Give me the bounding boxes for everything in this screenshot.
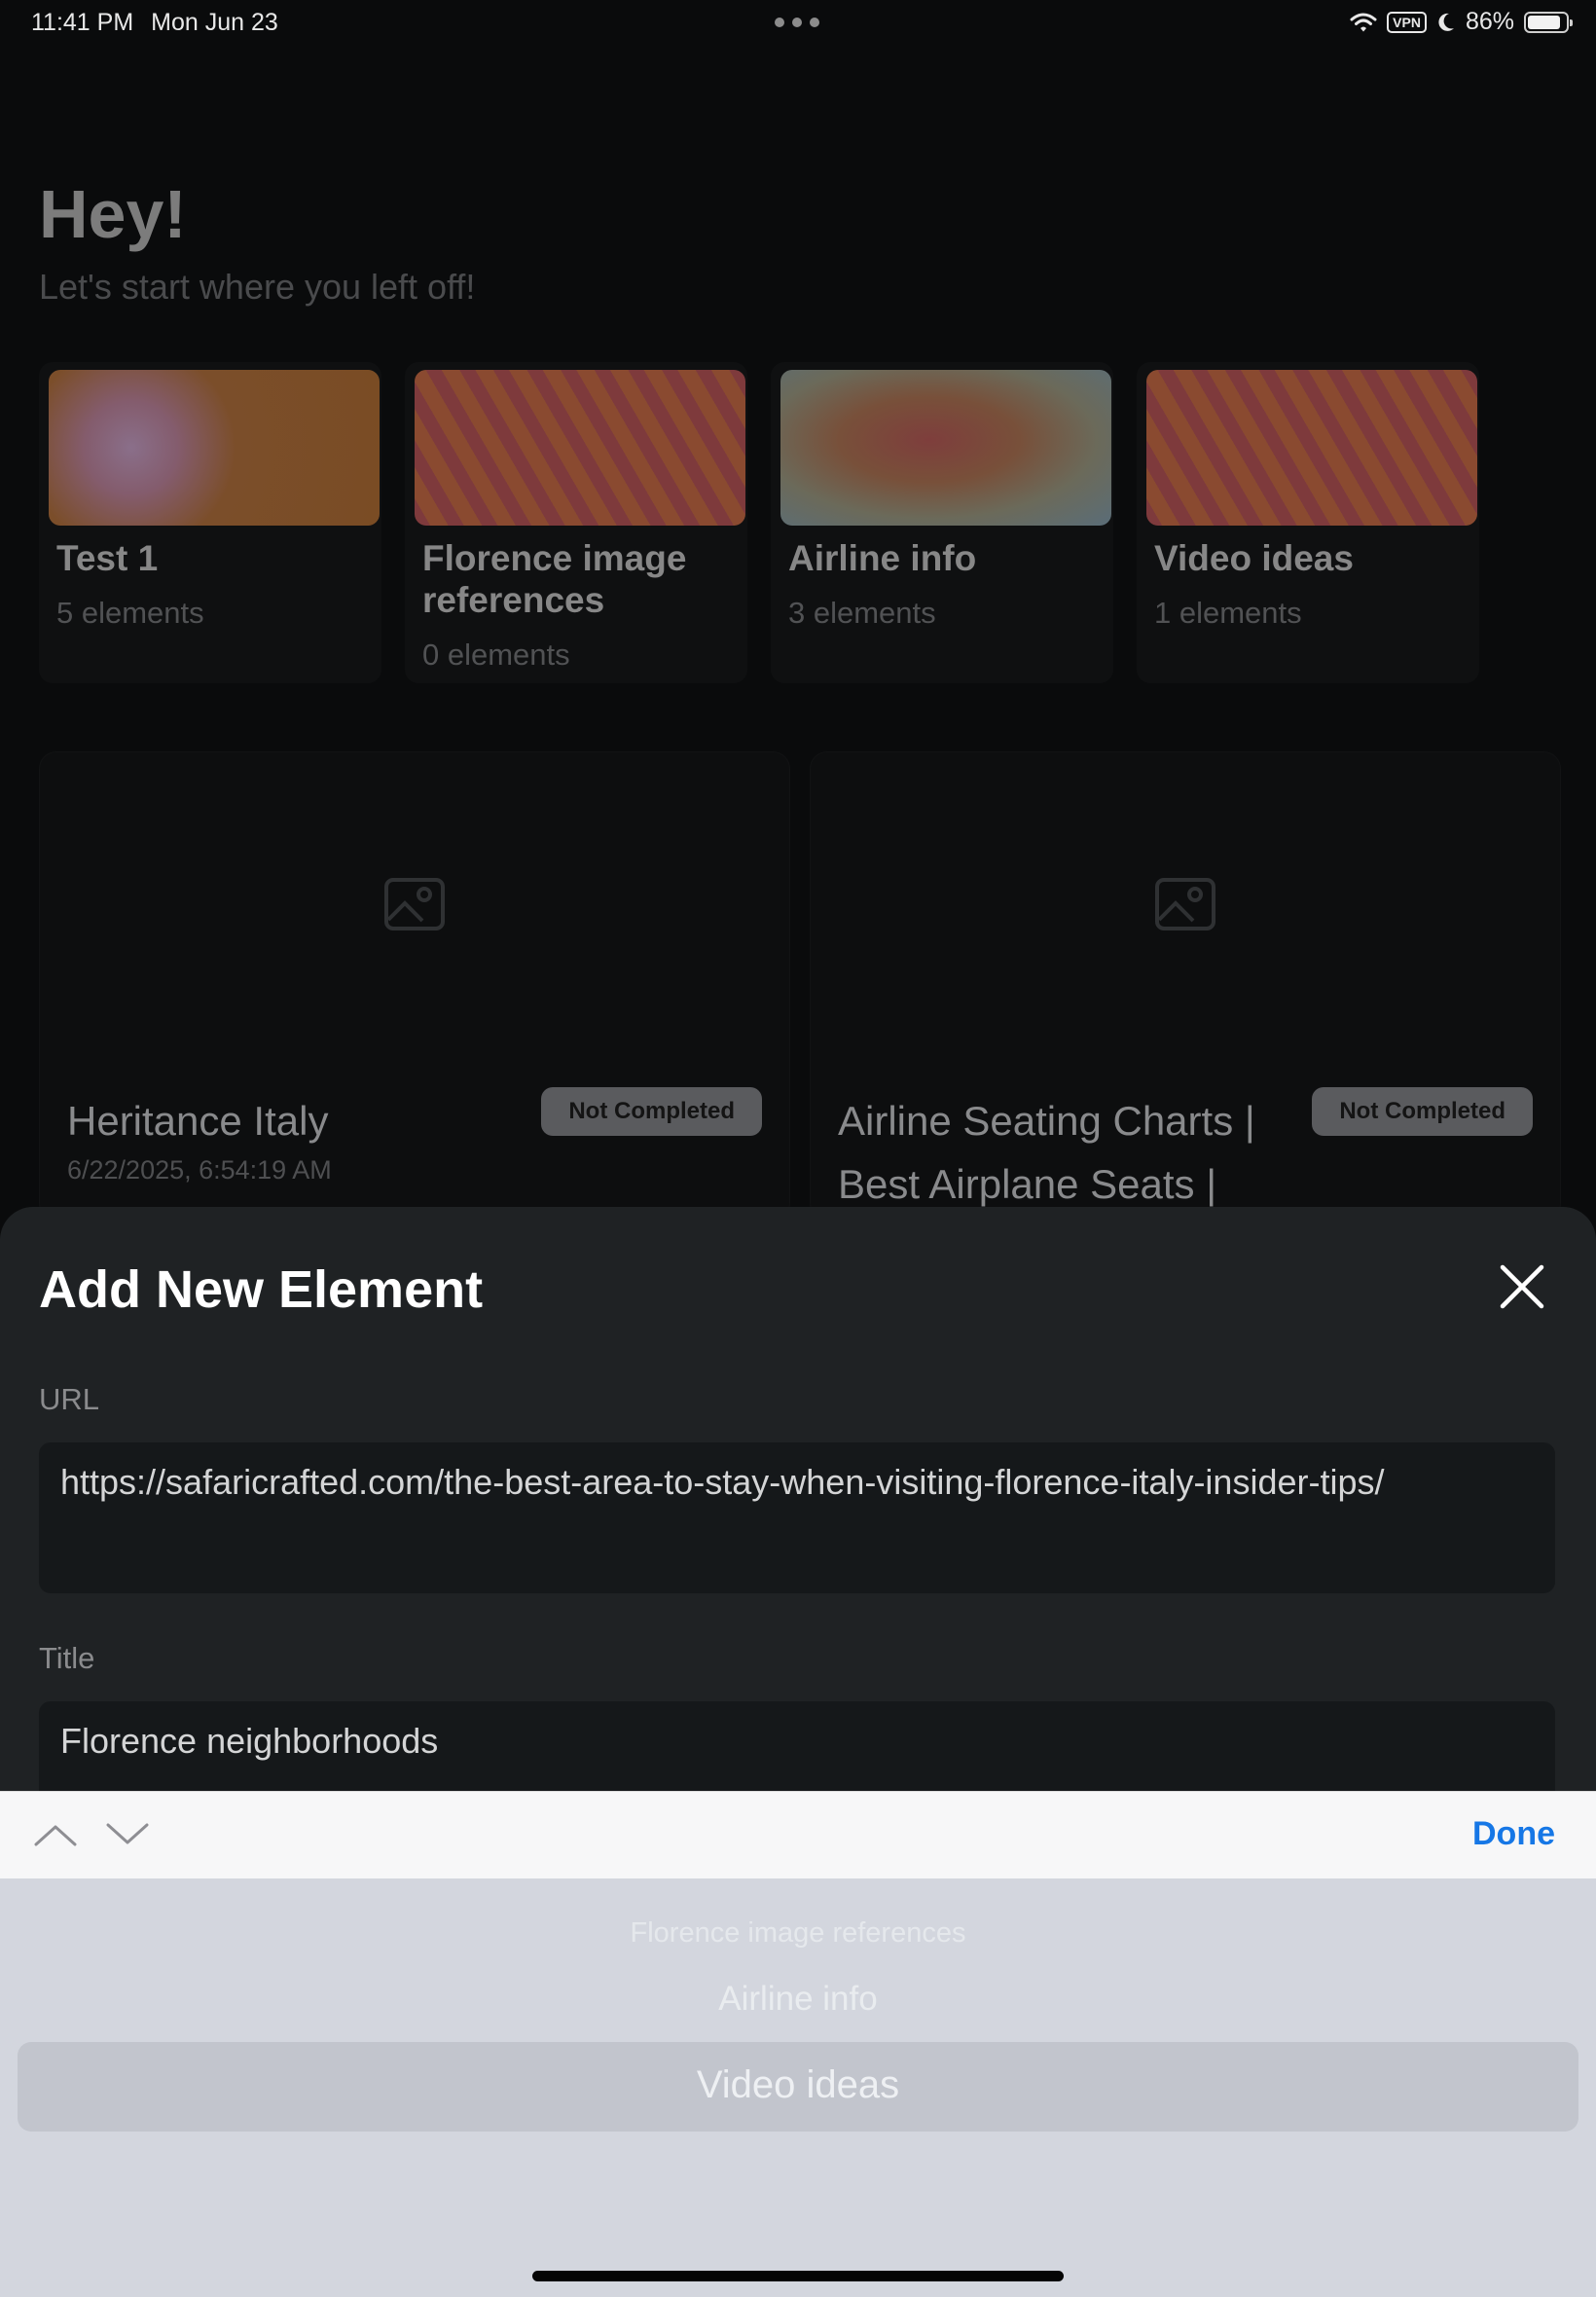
collection-name: Airline info: [788, 538, 977, 578]
title-label: Title: [39, 1641, 95, 1675]
collection-thumbnail: [780, 370, 1111, 526]
picker-option[interactable]: Airline info: [0, 1980, 1596, 2019]
battery-fill: [1528, 15, 1560, 29]
status-badge: Not Completed: [1312, 1087, 1533, 1136]
page-title: Hey!: [39, 176, 187, 252]
url-input[interactable]: https://safaricrafted.com/the-best-area-…: [39, 1442, 1555, 1593]
collection-thumbnail: [415, 370, 745, 526]
battery-percent: 86%: [1465, 8, 1514, 35]
moon-icon: [1438, 13, 1454, 31]
collection-card-test-1[interactable]: Test 1 5 elements: [39, 362, 381, 683]
collection-count: 3 elements: [788, 596, 936, 630]
task-card-airline-seating[interactable]: Airline Seating Charts | Best Airplane S…: [810, 751, 1561, 1221]
status-badge: Not Completed: [541, 1087, 762, 1136]
collection-count: 5 elements: [56, 596, 204, 630]
collection-thumbnail: [49, 370, 380, 526]
collection-card-video-ideas[interactable]: Video ideas 1 elements: [1137, 362, 1479, 683]
collection-name: Florence image references: [422, 538, 687, 620]
collection-thumbnail: [1146, 370, 1477, 526]
url-input-value: https://safaricrafted.com/the-best-area-…: [60, 1462, 1385, 1502]
battery-icon: [1524, 11, 1573, 33]
home-indicator: [532, 2271, 1064, 2281]
image-placeholder-icon: [384, 878, 445, 930]
title-input-value: Florence neighborhoods: [60, 1721, 439, 1761]
url-label: URL: [39, 1382, 100, 1416]
status-indicators: VPN 86%: [1350, 8, 1573, 36]
image-placeholder-icon: [1155, 878, 1215, 930]
vpn-badge: VPN: [1387, 11, 1427, 33]
task-card-heritance-italy[interactable]: Heritance Italy 6/22/2025, 6:54:19 AM No…: [39, 751, 790, 1221]
wifi-icon: [1350, 13, 1377, 31]
collection-card-airline-info[interactable]: Airline info 3 elements: [771, 362, 1113, 683]
status-time-date: 11:41 PM Mon Jun 23: [31, 9, 278, 37]
task-date: 6/22/2025, 6:54:19 AM: [67, 1155, 332, 1185]
task-image-placeholder: [40, 752, 789, 1056]
multitasking-dots-icon[interactable]: [775, 18, 819, 29]
chevron-down-icon[interactable]: [104, 1819, 151, 1850]
chevron-up-icon[interactable]: [32, 1819, 79, 1850]
collection-count: 1 elements: [1154, 596, 1302, 630]
close-icon[interactable]: [1497, 1261, 1547, 1312]
done-button[interactable]: Done: [1472, 1815, 1555, 1853]
collection-name: Test 1: [56, 538, 159, 578]
collection-picker[interactable]: Florence image references Airline info V…: [0, 1878, 1596, 2297]
task-title: Heritance Italy: [67, 1098, 329, 1144]
sheet-title: Add New Element: [39, 1260, 484, 1319]
picker-option-selected[interactable]: Video ideas: [0, 2063, 1596, 2107]
collection-name: Video ideas: [1154, 538, 1354, 578]
task-title: Airline Seating Charts | Best Airplane S…: [838, 1098, 1255, 1207]
collection-count: 0 elements: [422, 638, 570, 672]
picker-option[interactable]: Florence image references: [0, 1917, 1596, 1950]
collection-card-florence[interactable]: Florence image references 0 elements: [405, 362, 747, 683]
keyboard-toolbar: Done: [0, 1791, 1596, 1879]
status-time: 11:41 PM: [31, 9, 134, 36]
page-subtitle: Let's start where you left off!: [39, 267, 476, 307]
status-date: Mon Jun 23: [151, 9, 278, 36]
task-image-placeholder: [811, 752, 1560, 1056]
status-bar: 11:41 PM Mon Jun 23 VPN 86%: [0, 0, 1596, 49]
